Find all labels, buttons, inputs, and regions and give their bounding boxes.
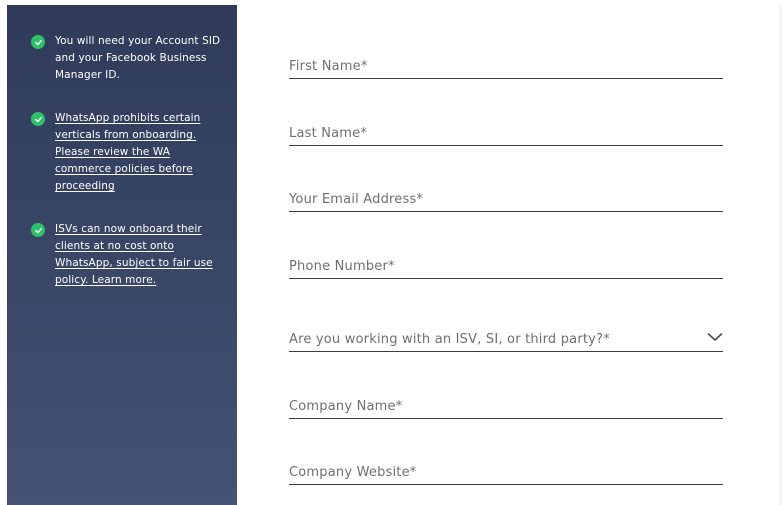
whatsapp-policy-link[interactable]: WhatsApp prohibits certain verticals fro…	[55, 110, 225, 195]
chevron-down-icon[interactable]	[707, 329, 723, 345]
email-label: Your Email Address*	[289, 192, 424, 207]
check-circle-icon	[31, 35, 45, 49]
first-name-field[interactable]: First Name*	[289, 54, 723, 79]
last-name-field[interactable]: Last Name*	[289, 121, 723, 146]
company-website-field[interactable]: Company Website*	[289, 460, 723, 485]
check-circle-icon	[31, 112, 45, 126]
scrollbar-track	[779, 5, 782, 505]
sidebar-item-label: You will need your Account SID and your …	[55, 35, 221, 81]
check-circle-icon	[31, 223, 45, 237]
signup-form: First Name* Last Name* Your Email Addres…	[289, 0, 723, 505]
email-field[interactable]: Your Email Address*	[289, 187, 723, 212]
phone-label: Phone Number*	[289, 259, 395, 274]
phone-field[interactable]: Phone Number*	[289, 254, 723, 279]
sidebar-item-whatsapp-policy[interactable]: WhatsApp prohibits certain verticals fro…	[31, 110, 225, 195]
third-party-select[interactable]: Are you working with an ISV, SI, or thir…	[289, 327, 723, 352]
isv-learn-more-link[interactable]: ISVs can now onboard their clients at no…	[55, 221, 225, 289]
company-name-label: Company Name*	[289, 399, 403, 414]
info-sidebar: You will need your Account SID and your …	[7, 5, 237, 505]
sidebar-item-account-info: You will need your Account SID and your …	[31, 33, 225, 84]
sidebar-item-isv-onboard[interactable]: ISVs can now onboard their clients at no…	[31, 221, 225, 289]
company-website-label: Company Website*	[289, 465, 417, 480]
company-name-field[interactable]: Company Name*	[289, 394, 723, 419]
first-name-label: First Name*	[289, 59, 368, 74]
third-party-label: Are you working with an ISV, SI, or thir…	[289, 332, 610, 347]
last-name-label: Last Name*	[289, 126, 368, 141]
